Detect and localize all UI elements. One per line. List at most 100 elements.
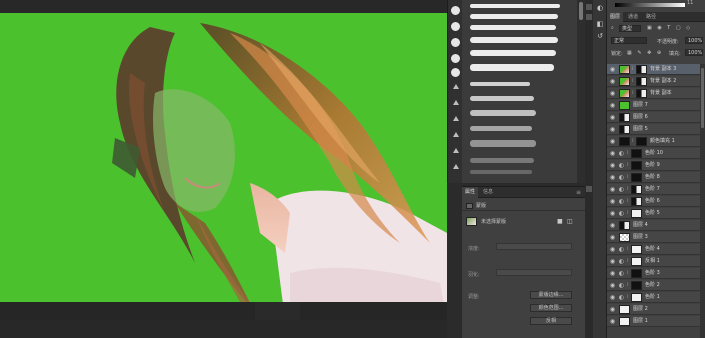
kind-filter-select[interactable]: 类型 bbox=[619, 25, 641, 32]
layer-mask-thumbnail[interactable] bbox=[636, 65, 647, 74]
fill-field[interactable]: 100% bbox=[685, 49, 703, 56]
visibility-eye-icon[interactable]: ◉ bbox=[609, 270, 616, 277]
layer-row[interactable]: ◉ ◐ ⁞ 色阶 5 bbox=[607, 208, 705, 219]
mask-edge-button[interactable]: 蒙版边缘... bbox=[530, 291, 572, 299]
blend-mode-select[interactable]: 正常 bbox=[611, 37, 647, 44]
adjustment-layer-icon[interactable]: ◐ bbox=[618, 246, 625, 253]
brush-stroke-preview[interactable] bbox=[470, 4, 560, 8]
layer-row[interactable]: ◉ ◐ ⁞ 色阶 1 bbox=[607, 292, 705, 303]
layer-mask-thumbnail[interactable] bbox=[631, 173, 642, 182]
layer-mask-thumbnail[interactable] bbox=[636, 77, 647, 86]
visibility-eye-icon[interactable]: ◉ bbox=[609, 126, 616, 133]
layer-mask-thumbnail[interactable] bbox=[631, 245, 642, 254]
layer-row[interactable]: ◉ ⁞ 背景 副本 2 bbox=[607, 76, 705, 87]
layer-mask-thumbnail[interactable] bbox=[631, 149, 642, 158]
brush-preset-triangle[interactable] bbox=[453, 132, 459, 137]
layer-thumbnail[interactable] bbox=[619, 137, 630, 146]
visibility-eye-icon[interactable]: ◉ bbox=[609, 186, 616, 193]
layer-thumbnail[interactable] bbox=[619, 233, 630, 242]
brush-preset-triangle[interactable] bbox=[453, 84, 459, 89]
layer-mask-thumbnail[interactable] bbox=[631, 257, 642, 266]
layer-mask-thumbnail[interactable] bbox=[631, 209, 642, 218]
lock-icons[interactable]: ▦ ✎ ✥ ⊕ bbox=[627, 50, 663, 56]
tab-properties[interactable]: 属性 bbox=[462, 187, 479, 198]
brush-stroke-preview[interactable] bbox=[470, 158, 534, 163]
layer-row[interactable]: ◉ ◐ ⁞ 色阶 9 bbox=[607, 160, 705, 171]
brush-panel-scrollbar[interactable] bbox=[577, 0, 585, 183]
brush-preset-triangle[interactable] bbox=[453, 116, 459, 121]
layer-row[interactable]: ◉ ◐ ⁞ 反相 1 bbox=[607, 256, 705, 267]
visibility-eye-icon[interactable]: ◉ bbox=[609, 198, 616, 205]
brush-preset-triangle[interactable] bbox=[453, 164, 459, 169]
adjustments-icon[interactable]: ◧ bbox=[596, 20, 604, 28]
layer-row[interactable]: ◉ ◐ ⁞ 色阶 3 bbox=[607, 268, 705, 279]
brush-stroke-preview[interactable] bbox=[470, 37, 558, 43]
adjustment-layer-icon[interactable]: ◐ bbox=[618, 186, 625, 193]
strip-button[interactable] bbox=[586, 4, 592, 10]
visibility-eye-icon[interactable]: ◉ bbox=[609, 258, 616, 265]
tab-paths[interactable]: 路径 bbox=[643, 12, 659, 22]
layer-mask-thumbnail[interactable] bbox=[631, 197, 642, 206]
vector-mask-icon[interactable]: ◫ bbox=[567, 218, 573, 225]
adjustment-layer-icon[interactable]: ◐ bbox=[618, 162, 625, 169]
brush-stroke-preview[interactable] bbox=[470, 170, 532, 174]
brush-stroke-preview[interactable] bbox=[470, 96, 534, 101]
brush-preset-triangle[interactable] bbox=[453, 148, 459, 153]
layer-mask-thumbnail[interactable] bbox=[636, 137, 647, 146]
pixel-mask-icon[interactable]: ■ bbox=[557, 218, 563, 225]
visibility-eye-icon[interactable]: ◉ bbox=[609, 222, 616, 229]
layer-thumbnail[interactable] bbox=[619, 317, 630, 326]
adjustment-layer-icon[interactable]: ◐ bbox=[618, 210, 625, 217]
strip-button[interactable] bbox=[586, 14, 592, 20]
layer-row[interactable]: ◉ ⁞ 背景 副本 bbox=[607, 88, 705, 99]
brush-preset-dot[interactable] bbox=[451, 54, 460, 63]
opacity-field[interactable]: 100% bbox=[685, 37, 703, 44]
layer-mask-thumbnail[interactable] bbox=[631, 161, 642, 170]
brush-preset-dot[interactable] bbox=[451, 6, 460, 15]
adjustment-layer-icon[interactable]: ◐ bbox=[618, 294, 625, 301]
brush-stroke-preview[interactable] bbox=[470, 64, 554, 71]
visibility-eye-icon[interactable]: ◉ bbox=[609, 318, 616, 325]
brush-preset-dot[interactable] bbox=[451, 38, 460, 47]
density-slider[interactable] bbox=[496, 243, 572, 250]
visibility-eye-icon[interactable]: ◉ bbox=[609, 114, 616, 121]
adjustment-layer-icon[interactable]: ◐ bbox=[618, 150, 625, 157]
layer-thumbnail[interactable] bbox=[619, 221, 630, 230]
layer-mask-thumbnail[interactable] bbox=[636, 89, 647, 98]
layer-thumbnail[interactable] bbox=[619, 65, 630, 74]
document-canvas[interactable] bbox=[0, 13, 447, 320]
brush-stroke-preview[interactable] bbox=[470, 50, 556, 56]
brush-preset-dot[interactable] bbox=[451, 68, 460, 77]
visibility-eye-icon[interactable]: ◉ bbox=[609, 90, 616, 97]
layer-row[interactable]: ◉ 图层 3 bbox=[607, 232, 705, 243]
layer-mask-thumbnail[interactable] bbox=[631, 185, 642, 194]
visibility-eye-icon[interactable]: ◉ bbox=[609, 234, 616, 241]
layer-row[interactable]: ◉ ◐ ⁞ 色阶 6 bbox=[607, 196, 705, 207]
layer-thumbnail[interactable] bbox=[619, 113, 630, 122]
tab-info[interactable]: 信息 bbox=[480, 187, 496, 198]
adjustment-layer-icon[interactable]: ◐ bbox=[618, 270, 625, 277]
layer-row[interactable]: ◉ 图层 4 bbox=[607, 220, 705, 231]
layer-row[interactable]: ◉ 图层 1 bbox=[607, 316, 705, 327]
visibility-eye-icon[interactable]: ◉ bbox=[609, 138, 616, 145]
layer-thumbnail[interactable] bbox=[619, 125, 630, 134]
adjustment-layer-icon[interactable]: ◐ bbox=[618, 174, 625, 181]
layer-row[interactable]: ◉ ◐ ⁞ 色阶 10 bbox=[607, 148, 705, 159]
visibility-eye-icon[interactable]: ◉ bbox=[609, 306, 616, 313]
visibility-eye-icon[interactable]: ◉ bbox=[609, 174, 616, 181]
brush-stroke-preview[interactable] bbox=[470, 140, 536, 147]
visibility-eye-icon[interactable]: ◉ bbox=[609, 246, 616, 253]
layer-row[interactable]: ◉ ⁞ 颜色填充 1 bbox=[607, 136, 705, 147]
layer-thumbnail[interactable] bbox=[619, 305, 630, 314]
tab-channels[interactable]: 通道 bbox=[625, 12, 641, 22]
layer-row[interactable]: ◉ 图层 6 bbox=[607, 112, 705, 123]
layer-mask-thumbnail[interactable] bbox=[631, 281, 642, 290]
layers-scrollbar[interactable] bbox=[700, 64, 705, 338]
invert-button[interactable]: 反相 bbox=[530, 317, 572, 325]
layer-thumbnail[interactable] bbox=[619, 77, 630, 86]
layer-row[interactable]: ◉ 图层 5 bbox=[607, 124, 705, 135]
brush-stroke-preview[interactable] bbox=[470, 14, 558, 19]
layer-row[interactable]: ◉ ◐ ⁞ 色阶 7 bbox=[607, 184, 705, 195]
visibility-eye-icon[interactable]: ◉ bbox=[609, 78, 616, 85]
gradient-preview[interactable] bbox=[615, 3, 685, 7]
